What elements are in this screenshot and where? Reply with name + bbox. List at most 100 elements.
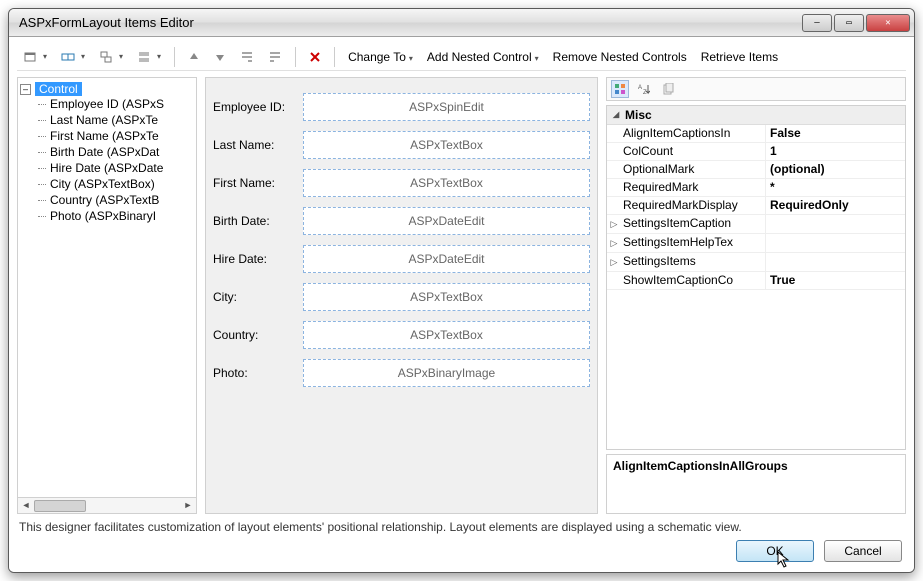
form-item-row[interactable]: Country:ASPxTextBox [212, 320, 591, 350]
delete-button[interactable] [303, 49, 327, 65]
toolbar-separator [174, 47, 175, 67]
propgrid-toolbar: AZ [606, 77, 906, 101]
tree-body[interactable]: – Control Employee ID (ASPxSLast Name (A… [18, 78, 196, 497]
tree-item[interactable]: Birth Date (ASPxDat [38, 144, 194, 160]
tree-horizontal-scrollbar[interactable]: ◄ ► [18, 497, 196, 513]
close-button[interactable]: ✕ [866, 14, 910, 32]
move-down-button[interactable] [208, 49, 232, 65]
tree-panel: – Control Employee ID (ASPxSLast Name (A… [17, 77, 197, 514]
propgrid-category[interactable]: Misc [607, 106, 905, 125]
form-item-control[interactable]: ASPxSpinEdit [303, 93, 590, 121]
form-item-control[interactable]: ASPxDateEdit [303, 245, 590, 273]
property-expander-icon[interactable]: ▷ [607, 234, 621, 252]
tree-root-label[interactable]: Control [35, 82, 82, 96]
property-expander-icon[interactable]: ▷ [607, 215, 621, 233]
form-item-label: Hire Date: [212, 244, 302, 274]
property-value[interactable] [766, 253, 905, 271]
tree-item[interactable]: Photo (ASPxBinaryI [38, 208, 194, 224]
property-name: OptionalMark [621, 161, 766, 178]
form-item-control[interactable]: ASPxDateEdit [303, 207, 590, 235]
form-item-row[interactable]: City:ASPxTextBox [212, 282, 591, 312]
cancel-button[interactable]: Cancel [824, 540, 902, 562]
tree-item[interactable]: Employee ID (ASPxS [38, 96, 194, 112]
property-row[interactable]: ▷SettingsItems [607, 253, 905, 272]
form-preview-panel[interactable]: Employee ID:ASPxSpinEdit Last Name:ASPxTe… [205, 77, 598, 514]
change-to-menu[interactable]: Change To [342, 48, 419, 66]
property-value[interactable]: RequiredOnly [766, 197, 905, 214]
form-item-label: Photo: [212, 358, 302, 388]
tree-item[interactable]: Hire Date (ASPxDate [38, 160, 194, 176]
titlebar[interactable]: ASPxFormLayout Items Editor — ▭ ✕ [9, 9, 914, 37]
property-value[interactable]: * [766, 179, 905, 196]
alphabetical-view-icon[interactable]: AZ [635, 80, 653, 98]
scroll-right-icon[interactable]: ► [180, 498, 196, 514]
move-up-button[interactable] [182, 49, 206, 65]
property-expander-icon [607, 272, 621, 289]
property-row[interactable]: ShowItemCaptionCoTrue [607, 272, 905, 290]
form-item-control[interactable]: ASPxTextBox [303, 169, 590, 197]
client-area: Change To Add Nested Control Remove Nest… [9, 37, 914, 572]
tree-expander-icon[interactable]: – [20, 84, 31, 95]
add-nested-menu[interactable]: Add Nested Control [421, 48, 545, 66]
form-item-control[interactable]: ASPxTextBox [303, 283, 590, 311]
form-item-row[interactable]: Hire Date:ASPxDateEdit [212, 244, 591, 274]
footer-buttons: OK Cancel [17, 538, 906, 564]
property-row[interactable]: AlignItemCaptionsInFalse [607, 125, 905, 143]
tree-root[interactable]: – Control [20, 82, 194, 96]
propgrid-pages-icon[interactable] [659, 80, 677, 98]
categorized-view-icon[interactable] [611, 80, 629, 98]
ok-button-label: OK [766, 544, 783, 558]
form-item-control[interactable]: ASPxBinaryImage [303, 359, 590, 387]
form-item-row[interactable]: Employee ID:ASPxSpinEdit [212, 92, 591, 122]
dialog-window: ASPxFormLayout Items Editor — ▭ ✕ Change… [8, 8, 915, 573]
property-value[interactable] [766, 234, 905, 252]
property-value[interactable]: False [766, 125, 905, 142]
form-item-row[interactable]: Photo:ASPxBinaryImage [212, 358, 591, 388]
property-row[interactable]: ▷SettingsItemCaption [607, 215, 905, 234]
retrieve-items-button[interactable]: Retrieve Items [695, 48, 784, 66]
property-value[interactable]: (optional) [766, 161, 905, 178]
property-expander-icon [607, 143, 621, 160]
form-item-control[interactable]: ASPxTextBox [303, 321, 590, 349]
property-name: RequiredMarkDisplay [621, 197, 766, 214]
property-row[interactable]: RequiredMark* [607, 179, 905, 197]
property-value[interactable] [766, 215, 905, 233]
footer-description: This designer facilitates customization … [17, 514, 906, 538]
outdent-button[interactable] [262, 49, 288, 65]
minimize-button[interactable]: — [802, 14, 832, 32]
scroll-left-icon[interactable]: ◄ [18, 498, 34, 514]
remove-nested-button[interactable]: Remove Nested Controls [547, 48, 693, 66]
property-value[interactable]: 1 [766, 143, 905, 160]
add-item-button[interactable] [17, 48, 53, 66]
maximize-button[interactable]: ▭ [834, 14, 864, 32]
form-item-row[interactable]: Last Name:ASPxTextBox [212, 130, 591, 160]
indent-button[interactable] [234, 49, 260, 65]
property-expander-icon[interactable]: ▷ [607, 253, 621, 271]
tree-item[interactable]: Last Name (ASPxTe [38, 112, 194, 128]
property-panel: AZ Misc AlignItemCaptionsInFalseColCount… [606, 77, 906, 514]
svg-text:A: A [638, 85, 642, 91]
property-row[interactable]: RequiredMarkDisplayRequiredOnly [607, 197, 905, 215]
form-item-row[interactable]: Birth Date:ASPxDateEdit [212, 206, 591, 236]
add-sibling-button[interactable] [55, 48, 91, 66]
toolbar-separator [295, 47, 296, 67]
scroll-thumb[interactable] [34, 500, 86, 512]
ok-button[interactable]: OK [736, 540, 814, 562]
main-area: – Control Employee ID (ASPxSLast Name (A… [17, 71, 906, 514]
form-item-row[interactable]: First Name:ASPxTextBox [212, 168, 591, 198]
property-name: AlignItemCaptionsIn [621, 125, 766, 142]
property-expander-icon [607, 179, 621, 196]
property-row[interactable]: ColCount1 [607, 143, 905, 161]
tree-item[interactable]: Country (ASPxTextB [38, 192, 194, 208]
add-child-button[interactable] [93, 48, 129, 66]
tree-item[interactable]: City (ASPxTextBox) [38, 176, 194, 192]
property-name: SettingsItemCaption [621, 215, 766, 233]
tree-item[interactable]: First Name (ASPxTe [38, 128, 194, 144]
insert-button[interactable] [131, 48, 167, 66]
property-grid[interactable]: Misc AlignItemCaptionsInFalseColCount1Op… [606, 105, 906, 450]
property-row[interactable]: ▷SettingsItemHelpTex [607, 234, 905, 253]
form-item-control[interactable]: ASPxTextBox [303, 131, 590, 159]
property-row[interactable]: OptionalMark(optional) [607, 161, 905, 179]
property-value[interactable]: True [766, 272, 905, 289]
form-item-label: City: [212, 282, 302, 312]
